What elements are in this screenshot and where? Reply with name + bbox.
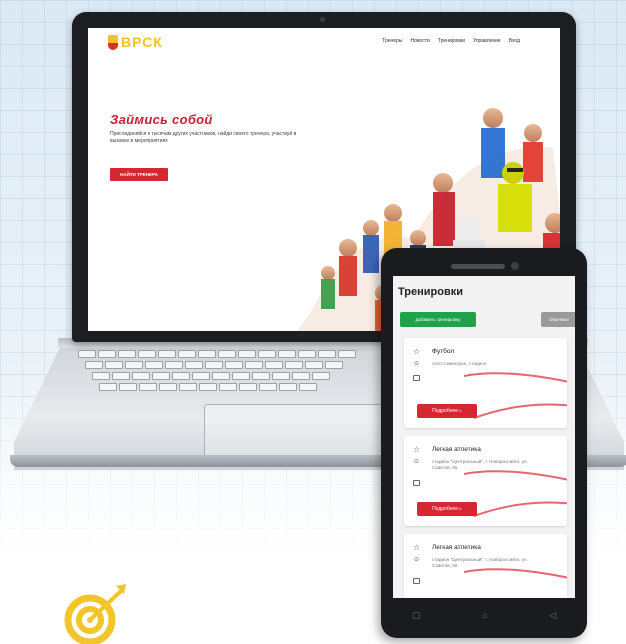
nav-link-news[interactable]: Новости: [410, 38, 429, 44]
card-location: село Семигорье, стадион: [432, 361, 487, 366]
calendar-icon: [413, 480, 420, 486]
keyboard-key: [158, 350, 176, 358]
keyboard-key: [132, 372, 150, 380]
back-icon[interactable]: ◁: [549, 610, 556, 621]
keyboard-key: [338, 350, 356, 358]
target-icon: [64, 584, 126, 644]
card-location: стадион "Центральный", г. Новороссийск, …: [432, 557, 528, 568]
location-pin-icon: ⊙: [414, 361, 420, 367]
keyboard-key: [252, 372, 270, 380]
page-title: Тренировки: [398, 286, 464, 298]
hero-subtitle: Присоединяйся к тысячам других участнико…: [110, 131, 297, 144]
phone-camera: [511, 262, 519, 270]
keyboard-key: [118, 350, 136, 358]
smartphone: Тренировки Добавить тренировку Обычные ☆…: [381, 248, 587, 638]
keyboard-key: [172, 372, 190, 380]
keyboard-key: [279, 383, 297, 391]
card-title: Легкая атлетика: [432, 544, 481, 551]
keyboard-key: [192, 372, 210, 380]
keyboard-key: [325, 361, 343, 369]
keyboard-key: [272, 372, 290, 380]
home-icon[interactable]: ⌂: [482, 610, 487, 620]
card-title: Футбол: [432, 348, 455, 355]
keyboard-key: [78, 350, 96, 358]
keyboard-key: [219, 383, 237, 391]
keyboard-key: [312, 372, 330, 380]
keyboard-key: [99, 383, 117, 391]
nav-link-trainers[interactable]: Тренеры: [382, 38, 402, 44]
card-location: стадион "Центральный", г. Новороссийск, …: [432, 459, 528, 470]
laptop-keyboard: [78, 348, 378, 400]
site-logo[interactable]: ВРСК: [108, 34, 163, 50]
nav-link-trainings[interactable]: Тренировки: [438, 38, 465, 44]
keyboard-key: [105, 361, 123, 369]
star-icon[interactable]: ☆: [413, 445, 420, 454]
keyboard-key: [185, 361, 203, 369]
keyboard-key: [179, 383, 197, 391]
keyboard-key: [119, 383, 137, 391]
keyboard-key: [212, 372, 230, 380]
card-title: Легкая атлетика: [432, 446, 481, 453]
keyboard-key: [305, 361, 323, 369]
calendar-icon: [413, 578, 420, 584]
nav-link-management[interactable]: Управление: [473, 38, 501, 44]
keyboard-key: [239, 383, 257, 391]
keyboard-key: [299, 383, 317, 391]
keyboard-key: [98, 350, 116, 358]
site-header: ВРСК Тренеры Новости Тренировки Управлен…: [88, 28, 560, 56]
keyboard-key: [178, 350, 196, 358]
keyboard-key: [138, 350, 156, 358]
keyboard-key: [298, 350, 316, 358]
keyboard-key: [218, 350, 236, 358]
keyboard-key: [159, 383, 177, 391]
site-nav: Тренеры Новости Тренировки Управление Вх…: [382, 38, 520, 44]
star-icon[interactable]: ☆: [413, 347, 420, 356]
keyboard-key: [152, 372, 170, 380]
coat-of-arms-icon: [108, 34, 118, 50]
webcam: [320, 17, 325, 22]
keyboard-key: [199, 383, 217, 391]
keyboard-key: [205, 361, 223, 369]
keyboard-key: [245, 361, 263, 369]
keyboard-key: [232, 372, 250, 380]
card-decoration: [464, 372, 567, 419]
location-pin-icon: ⊙: [414, 459, 420, 465]
keyboard-key: [125, 361, 143, 369]
keyboard-key: [112, 372, 130, 380]
find-trainer-button[interactable]: НАЙТИ ТРЕНЕРА: [110, 168, 168, 181]
keyboard-key: [238, 350, 256, 358]
laptop-trackpad: [204, 404, 386, 458]
more-button[interactable]: Подробнее ▹: [417, 404, 477, 418]
keyboard-key: [265, 361, 283, 369]
nav-link-login[interactable]: Вход: [509, 38, 520, 44]
hero-title: Займись собой: [110, 112, 213, 127]
keyboard-key: [92, 372, 110, 380]
calendar-icon: [413, 375, 420, 381]
training-card[interactable]: ☆ Легкая атлетика ⊙ стадион "Центральный…: [404, 436, 567, 526]
keyboard-key: [258, 350, 276, 358]
keyboard-key: [85, 361, 103, 369]
phone-nav-bar: ▢ ⌂ ◁: [381, 600, 587, 630]
keyboard-key: [318, 350, 336, 358]
logo-text: ВРСК: [121, 34, 163, 50]
square-icon[interactable]: ▢: [412, 610, 421, 621]
more-button[interactable]: Подробнее ▹: [417, 502, 477, 516]
keyboard-key: [292, 372, 310, 380]
phone-speaker: [451, 264, 505, 269]
location-pin-icon: ⊙: [414, 557, 420, 563]
phone-screen: Тренировки Добавить тренировку Обычные ☆…: [393, 276, 575, 598]
keyboard-key: [259, 383, 277, 391]
keyboard-key: [165, 361, 183, 369]
keyboard-key: [278, 350, 296, 358]
keyboard-key: [285, 361, 303, 369]
training-card[interactable]: ☆ Легкая атлетика ⊙ стадион "Центральный…: [404, 534, 567, 598]
star-icon[interactable]: ☆: [413, 543, 420, 552]
general-filter-button[interactable]: Обычные: [541, 312, 575, 327]
keyboard-key: [145, 361, 163, 369]
keyboard-key: [225, 361, 243, 369]
keyboard-key: [139, 383, 157, 391]
add-training-button[interactable]: Добавить тренировку: [400, 312, 476, 327]
training-card[interactable]: ☆ Футбол ⊙ село Семигорье, стадион Подро…: [404, 338, 567, 428]
keyboard-key: [198, 350, 216, 358]
